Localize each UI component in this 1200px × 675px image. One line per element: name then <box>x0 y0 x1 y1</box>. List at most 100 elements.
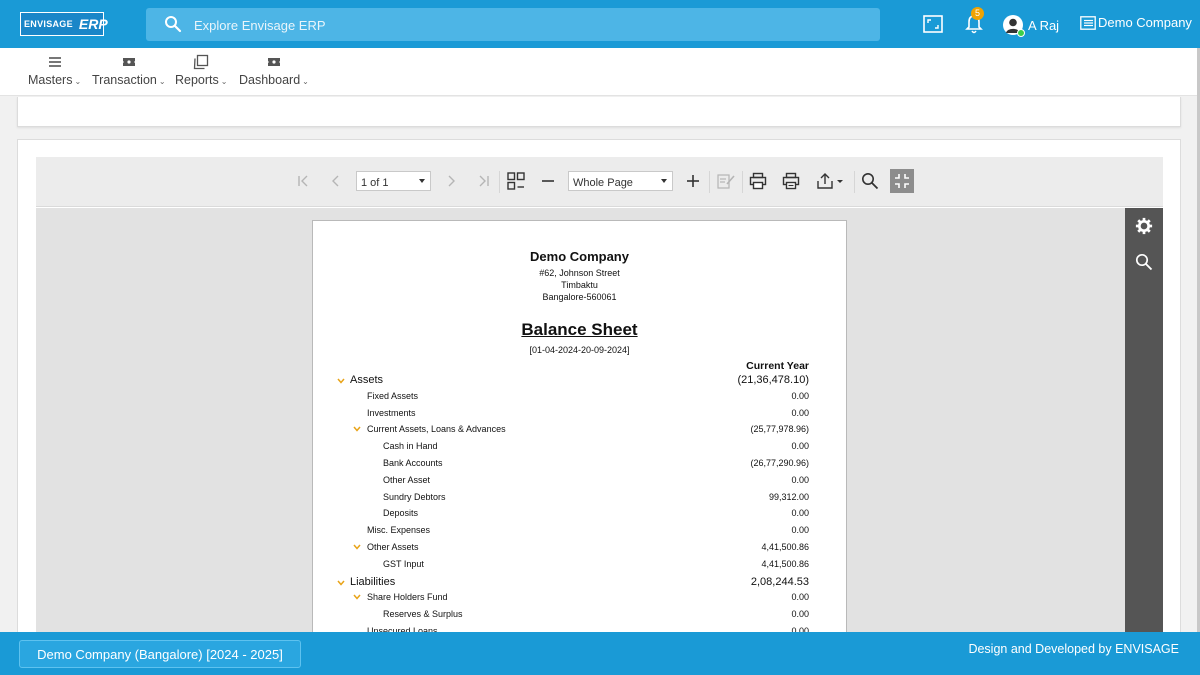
search-bar[interactable] <box>146 8 880 41</box>
menu-transaction[interactable]: Transaction ⌄ <box>92 54 166 87</box>
toolbar-divider <box>499 171 500 193</box>
last-page-button[interactable] <box>473 171 493 191</box>
edit-parameters-button[interactable] <box>716 171 736 191</box>
zoom-out-button[interactable] <box>538 171 558 191</box>
logo-suffix: ERP <box>78 16 108 32</box>
chevron-left-icon <box>332 175 339 187</box>
report-company-name: Demo Company <box>530 249 629 264</box>
expand-caret-icon[interactable] <box>337 378 345 384</box>
first-page-button[interactable] <box>294 171 314 191</box>
menu-reports[interactable]: Reports ⌄ <box>175 54 227 87</box>
previous-page-button[interactable] <box>326 171 346 191</box>
report-row: Fixed Assets 0.00 <box>313 390 846 406</box>
chevron-down-icon: ⌄ <box>220 77 228 86</box>
report-viewer-toolbar: 1 of 1 Whole Page <box>36 157 1163 207</box>
row-amount: 2,08,244.53 <box>750 575 809 588</box>
zoom-in-button[interactable] <box>683 171 703 191</box>
full-screen-toggle-button[interactable] <box>890 169 914 193</box>
report-row: GST Input 4,41,500.86 <box>313 558 846 574</box>
row-label: Other Assets <box>367 542 419 552</box>
hamburger-icon <box>48 57 61 67</box>
row-label: Liabilities <box>350 575 396 588</box>
avatar <box>1003 15 1025 37</box>
report-row[interactable]: Assets (21,36,478.10) <box>313 373 846 389</box>
column-header-current-year: Current Year <box>746 360 809 372</box>
row-label: Other Asset <box>383 474 431 485</box>
row-label: Deposits <box>383 508 419 519</box>
row-label: GST Input <box>383 558 424 569</box>
row-amount: (26,77,290.96) <box>750 458 809 468</box>
export-icon <box>817 173 843 189</box>
dropdown-arrow-icon <box>419 179 425 183</box>
report-row: Cash in Hand 0.00 <box>313 440 846 456</box>
row-amount: 0.00 <box>791 592 809 603</box>
expand-caret-icon[interactable] <box>353 426 361 433</box>
row-amount: 4,41,500.86 <box>761 542 809 552</box>
multi-page-view-button[interactable] <box>506 171 526 191</box>
report-row: Sundry Debtors 99,312.00 <box>313 491 846 507</box>
ticket-icon <box>122 58 135 66</box>
row-label: Bank Accounts <box>383 458 443 468</box>
export-button[interactable] <box>814 171 846 191</box>
fullscreen-icon[interactable] <box>923 15 943 33</box>
row-amount: 0.00 <box>791 609 809 620</box>
app-logo[interactable]: ENVISAGE ERP <box>20 12 108 36</box>
chevron-down-icon: ⌄ <box>74 77 82 86</box>
company-period-button[interactable]: Demo Company (Bangalore) [2024 - 2025] <box>19 640 301 668</box>
row-amount: 0.00 <box>791 441 809 452</box>
report-row[interactable]: Other Assets 4,41,500.86 <box>313 541 846 557</box>
settings-button[interactable] <box>1134 216 1154 236</box>
side-search-button[interactable] <box>1134 252 1154 272</box>
report-row[interactable]: Current Assets, Loans & Advances (25,77,9… <box>313 423 846 439</box>
dropdown-arrow-icon <box>661 179 667 183</box>
user-menu[interactable]: A Raj <box>1003 14 1060 37</box>
row-amount: 0.00 <box>791 525 809 536</box>
chevron-down-icon: ⌄ <box>158 77 166 86</box>
row-label: Investments <box>367 407 416 418</box>
search-icon <box>862 173 879 190</box>
print-page-icon <box>782 172 800 190</box>
company-switcher[interactable]: Demo Company <box>1080 15 1192 30</box>
toolbar-divider <box>742 171 743 193</box>
row-amount: 4,41,500.86 <box>761 558 809 569</box>
ticket-icon <box>267 58 280 66</box>
find-button[interactable] <box>860 171 880 191</box>
report-address-line: #62, Johnson Street <box>539 268 620 278</box>
row-label: Fixed Assets <box>367 390 419 401</box>
row-amount: 0.00 <box>791 390 809 401</box>
user-name: A Raj <box>1028 17 1060 33</box>
row-amount: 0.00 <box>791 508 809 519</box>
page-number-value: 1 of 1 <box>361 177 389 189</box>
print-button[interactable] <box>748 171 768 191</box>
print-page-button[interactable] <box>781 171 801 191</box>
search-input[interactable] <box>194 14 854 36</box>
report-row: Reserves & Surplus 0.00 <box>313 608 846 624</box>
zoom-select[interactable]: Whole Page <box>568 171 673 191</box>
report-period: [01-04-2024-20-09-2024] <box>529 345 630 355</box>
copy-pages-icon <box>194 54 209 70</box>
report-title: Balance Sheet <box>313 320 846 340</box>
row-label: Sundry Debtors <box>383 491 446 502</box>
footer-bar: Demo Company (Bangalore) [2024 - 2025] D… <box>0 632 1200 675</box>
menu-masters[interactable]: Masters ⌄ <box>28 54 81 87</box>
toolbar-divider <box>709 171 710 193</box>
gear-icon <box>1135 217 1153 235</box>
report-address-line: Timbaktu <box>561 280 598 290</box>
main-menu-bar: Masters ⌄ Transaction ⌄ Reports ⌄ Dashboard… <box>0 48 1197 96</box>
expand-caret-icon[interactable] <box>337 580 345 586</box>
report-row: Investments 0.00 <box>313 407 846 423</box>
menu-dashboard[interactable]: Dashboard ⌄ <box>239 54 309 87</box>
row-amount: (21,36,478.10) <box>737 374 809 386</box>
logo-text: ENVISAGE <box>24 19 73 29</box>
row-amount: 0.00 <box>791 407 809 418</box>
next-page-button[interactable] <box>441 171 461 191</box>
report-row[interactable]: Share Holders Fund 0.00 <box>313 591 846 607</box>
expand-caret-icon[interactable] <box>353 594 361 601</box>
page-number-select[interactable]: 1 of 1 <box>356 171 431 191</box>
row-amount: 0.00 <box>791 474 809 485</box>
report-address-line: Bangalore-560061 <box>542 292 617 302</box>
report-row[interactable]: Liabilities 2,08,244.53 <box>313 575 846 591</box>
last-page-icon <box>479 175 489 187</box>
viewer-side-panel <box>1125 208 1163 632</box>
expand-caret-icon[interactable] <box>353 544 361 550</box>
